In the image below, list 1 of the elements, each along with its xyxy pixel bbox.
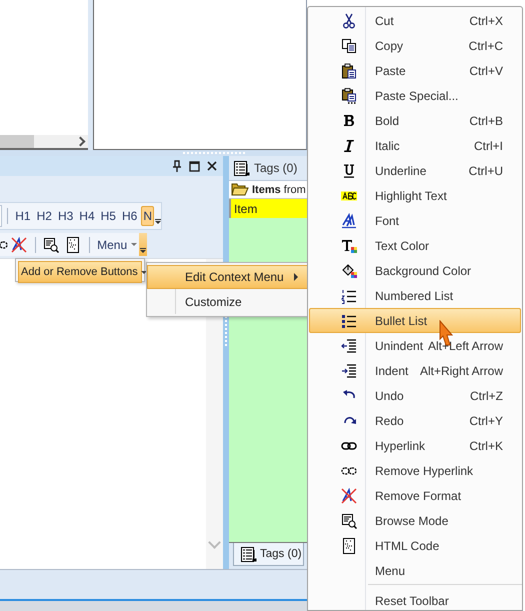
panel-title: Tags (0) (254, 161, 298, 175)
